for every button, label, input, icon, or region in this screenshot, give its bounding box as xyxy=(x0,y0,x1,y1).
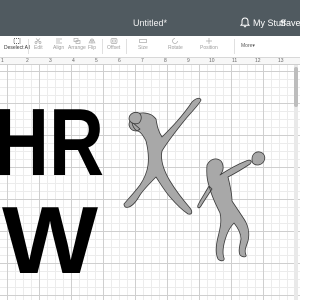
ruler-tick: 5 xyxy=(95,58,98,64)
scrollbar-thumb[interactable] xyxy=(294,67,298,107)
ruler-tick: 11 xyxy=(232,58,238,64)
flip-icon xyxy=(88,38,96,44)
scissors-icon xyxy=(34,38,42,44)
position-button[interactable]: Position xyxy=(200,38,218,51)
ruler-tick: 6 xyxy=(118,58,121,64)
align-label: Align xyxy=(53,45,65,51)
flip-label: Flip xyxy=(88,45,97,51)
toolbar-divider xyxy=(234,39,235,54)
align-button[interactable]: Align xyxy=(53,38,64,51)
save-button[interactable]: Save xyxy=(280,18,301,28)
deselect-icon xyxy=(13,38,21,44)
edit-toolbar: Deselect All Edit Align Arrange Flip Off… xyxy=(0,36,300,58)
toolbar-divider xyxy=(28,39,29,54)
deselect-all-label: Deselect All xyxy=(4,45,31,51)
rotate-icon xyxy=(172,38,179,44)
ruler-tick: 7 xyxy=(141,58,144,64)
offset-label: Offset xyxy=(107,45,121,51)
position-label: Position xyxy=(200,45,218,51)
rotate-button[interactable]: Rotate xyxy=(168,38,183,51)
ruler-tick: 2 xyxy=(26,58,29,64)
design-layer: HR W xyxy=(0,89,266,294)
edit-button[interactable]: Edit xyxy=(34,38,43,51)
text-object-hr[interactable]: HR xyxy=(0,89,104,196)
toolbar-divider xyxy=(126,39,127,54)
more-menu-button[interactable]: More▾ xyxy=(241,43,255,49)
ruler-tick: 9 xyxy=(187,58,190,64)
align-icon xyxy=(55,38,62,44)
arrange-label: Arrange xyxy=(68,45,86,51)
vertical-scrollbar[interactable] xyxy=(294,65,298,300)
bell-icon[interactable] xyxy=(240,17,250,28)
ruler-tick: 1 xyxy=(1,58,4,64)
ruler-tick: 3 xyxy=(49,58,52,64)
arrange-icon xyxy=(73,38,81,44)
text-object-w[interactable]: W xyxy=(2,187,98,294)
discus-disc xyxy=(251,151,266,166)
offset-icon xyxy=(110,38,117,44)
design-canvas[interactable]: HR W xyxy=(0,65,300,300)
ruler-tick: 10 xyxy=(209,58,215,64)
edit-label: Edit xyxy=(34,45,43,51)
ruler-tick: 13 xyxy=(278,58,284,64)
flip-button[interactable]: Flip xyxy=(88,38,96,51)
offset-button[interactable]: Offset xyxy=(107,38,120,51)
discus-thrower-silhouette[interactable] xyxy=(197,158,252,262)
toolbar-divider xyxy=(102,39,103,54)
title-bar: Untitled* My Stuff Save xyxy=(0,0,301,36)
arrange-button[interactable]: Arrange xyxy=(68,38,86,51)
rotate-label: Rotate xyxy=(168,45,183,51)
size-button[interactable]: Size xyxy=(138,38,148,51)
horizontal-ruler: 1 2 3 4 5 6 7 8 9 10 11 12 13 xyxy=(0,58,300,65)
ruler-tick: 12 xyxy=(255,58,261,64)
ruler-tick: 8 xyxy=(164,58,167,64)
size-icon xyxy=(139,39,147,43)
ruler-tick: 4 xyxy=(72,58,75,64)
shot-put-thrower-head xyxy=(128,111,142,125)
deselect-all-button[interactable]: Deselect All xyxy=(4,38,30,51)
size-label: Size xyxy=(138,45,148,51)
position-icon xyxy=(205,38,212,44)
